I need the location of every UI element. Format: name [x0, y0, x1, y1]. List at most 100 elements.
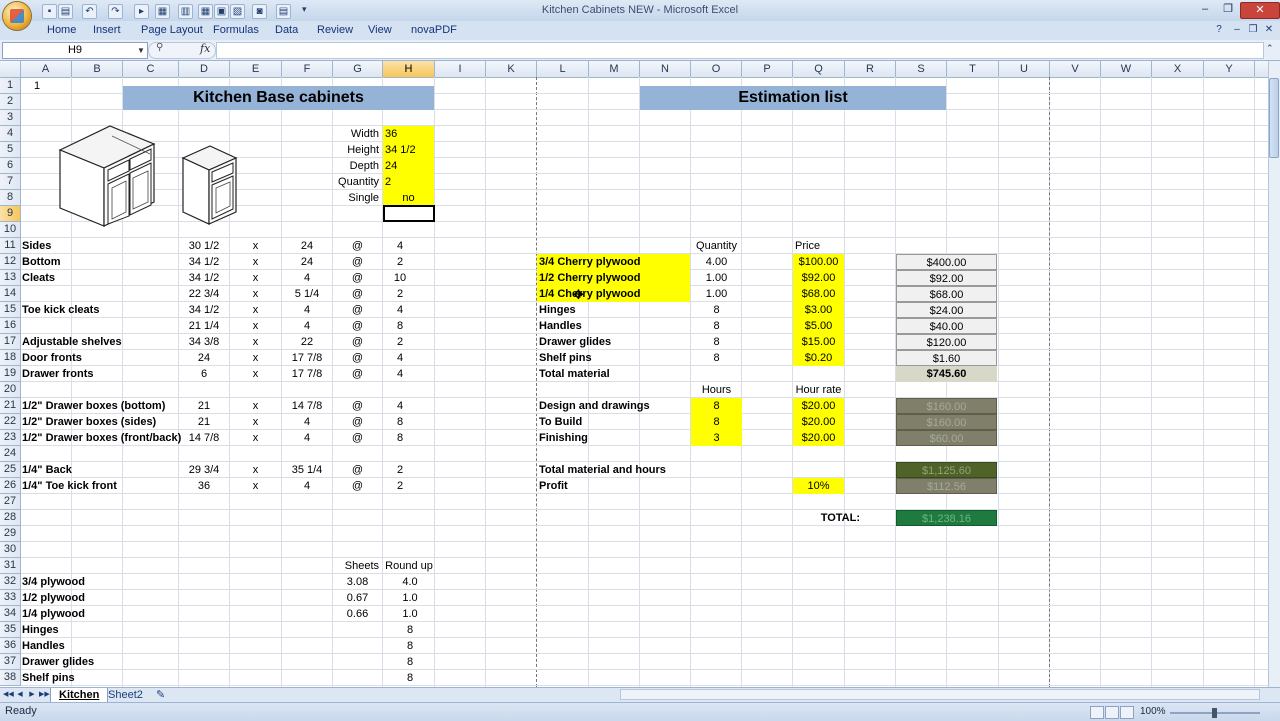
labor-hours[interactable]: 8 — [691, 398, 742, 414]
row-header-33[interactable]: 33 — [0, 590, 21, 606]
cut-dimension-width[interactable]: 4 — [282, 302, 332, 318]
row-header-28[interactable]: 28 — [0, 510, 21, 526]
total-material-hours-value[interactable]: $1,125.60 — [896, 462, 997, 478]
cut-part-name[interactable]: Sides — [20, 238, 180, 254]
labor-rate[interactable]: $20.00 — [793, 414, 844, 430]
tab-review[interactable]: Review — [317, 21, 353, 40]
row-header-38[interactable]: 38 — [0, 670, 21, 686]
column-header-t[interactable]: T — [947, 61, 999, 77]
depth-label[interactable]: Depth — [333, 158, 382, 174]
material-quantity[interactable]: 8 — [691, 334, 742, 350]
material-quantity[interactable]: 8 — [691, 318, 742, 334]
cut-quantity[interactable]: 4 — [383, 302, 417, 318]
round-up-header[interactable]: Round up — [383, 558, 435, 574]
row-header-9[interactable]: 9 — [0, 206, 21, 222]
cut-at-sign[interactable]: @ — [333, 366, 382, 382]
cut-part-name[interactable]: Adjustable shelves — [20, 334, 180, 350]
cut-dimension-length[interactable]: 14 7/8 — [179, 430, 229, 446]
cut-dimension-length[interactable]: 30 1/2 — [179, 238, 229, 254]
sheets-item-label[interactable]: Handles — [20, 638, 170, 654]
cut-part-name[interactable]: 1/2" Drawer boxes (sides) — [20, 414, 180, 430]
material-total[interactable]: $68.00 — [896, 286, 997, 302]
horizontal-scrollbar[interactable] — [620, 689, 1260, 700]
cut-quantity[interactable]: 8 — [383, 318, 417, 334]
row-header-17[interactable]: 17 — [0, 334, 21, 350]
row-header-10[interactable]: 10 — [0, 222, 21, 238]
total-material-value[interactable]: $745.60 — [896, 366, 997, 382]
office-button[interactable] — [3, 2, 31, 30]
row-header-34[interactable]: 34 — [0, 606, 21, 622]
cut-times-sign[interactable]: x — [230, 334, 281, 350]
material-quantity[interactable]: 1.00 — [691, 286, 742, 302]
sheets-count[interactable]: 0.66 — [333, 606, 382, 622]
row-header-30[interactable]: 30 — [0, 542, 21, 558]
material-price[interactable]: $92.00 — [793, 270, 844, 286]
name-box[interactable]: H9 — [2, 42, 148, 59]
cut-part-name[interactable] — [20, 318, 180, 334]
column-header-w[interactable]: W — [1101, 61, 1152, 77]
row-header-12[interactable]: 12 — [0, 254, 21, 270]
sheets-header[interactable]: Sheets — [333, 558, 382, 574]
prev-sheet-icon[interactable]: ◀ — [15, 689, 25, 701]
sheets-round-up[interactable]: 8 — [383, 638, 437, 654]
row-header-29[interactable]: 29 — [0, 526, 21, 542]
row-header-1[interactable]: 1 — [0, 78, 21, 94]
cut-times-sign[interactable]: x — [230, 318, 281, 334]
row-header-6[interactable]: 6 — [0, 158, 21, 174]
tab-novapdf[interactable]: novaPDF — [411, 21, 457, 40]
material-name[interactable]: Handles — [537, 318, 687, 334]
row-header-27[interactable]: 27 — [0, 494, 21, 510]
column-header-o[interactable]: O — [691, 61, 742, 77]
help-icon[interactable]: ? — [1212, 23, 1226, 37]
cut-times-sign[interactable]: x — [230, 430, 281, 446]
cut-quantity[interactable]: 2 — [383, 254, 417, 270]
material-total[interactable]: $400.00 — [896, 254, 997, 270]
column-header-e[interactable]: E — [230, 61, 282, 77]
sheets-item-label[interactable]: 1/2 plywood — [20, 590, 170, 606]
cut-dimension-length[interactable]: 36 — [179, 478, 229, 494]
sheets-item-label[interactable]: 3/4 plywood — [20, 574, 170, 590]
cut-dimension-length[interactable]: 29 3/4 — [179, 462, 229, 478]
material-name[interactable]: 1/2 Cherry plywood — [537, 270, 690, 286]
material-quantity[interactable]: 4.00 — [691, 254, 742, 270]
material-price[interactable]: $15.00 — [793, 334, 844, 350]
row-header-22[interactable]: 22 — [0, 414, 21, 430]
row-header-15[interactable]: 15 — [0, 302, 21, 318]
cut-dimension-length[interactable]: 34 1/2 — [179, 254, 229, 270]
column-header-m[interactable]: M — [589, 61, 640, 77]
cut-dimension-length[interactable]: 21 1/4 — [179, 318, 229, 334]
material-total[interactable]: $1.60 — [896, 350, 997, 366]
cut-dimension-length[interactable]: 34 1/2 — [179, 302, 229, 318]
cut-times-sign[interactable]: x — [230, 350, 281, 366]
workbook-minimize-button[interactable]: – — [1230, 23, 1244, 37]
sheets-round-up[interactable]: 1.0 — [383, 606, 437, 622]
restore-button[interactable]: ❐ — [1217, 2, 1239, 17]
cut-times-sign[interactable]: x — [230, 414, 281, 430]
cut-dimension-width[interactable]: 4 — [282, 318, 332, 334]
sheets-round-up[interactable]: 8 — [383, 670, 437, 686]
expand-formula-bar-icon[interactable]: ⌃ — [1266, 43, 1274, 54]
cut-at-sign[interactable]: @ — [333, 414, 382, 430]
row-header-25[interactable]: 25 — [0, 462, 21, 478]
single-value[interactable]: no — [383, 190, 434, 206]
material-price[interactable]: $68.00 — [793, 286, 844, 302]
cut-dimension-width[interactable]: 17 7/8 — [282, 366, 332, 382]
cut-dimension-width[interactable]: 4 — [282, 478, 332, 494]
cut-part-name[interactable]: 1/4" Toe kick front — [20, 478, 180, 494]
cell-a1[interactable]: 1 — [20, 78, 54, 94]
row-header-31[interactable]: 31 — [0, 558, 21, 574]
tab-home[interactable]: Home — [47, 21, 76, 40]
tab-formulas[interactable]: Formulas — [213, 21, 259, 40]
grand-total-value[interactable]: $1,238.16 — [896, 510, 997, 526]
row-header-19[interactable]: 19 — [0, 366, 21, 382]
material-total[interactable]: $92.00 — [896, 270, 997, 286]
cut-times-sign[interactable]: x — [230, 398, 281, 414]
material-total[interactable]: $120.00 — [896, 334, 997, 350]
kitchen-base-title[interactable]: Kitchen Base cabinets — [123, 86, 434, 110]
quantity-label[interactable]: Quantity — [333, 174, 382, 190]
height-value[interactable]: 34 1/2 — [383, 142, 434, 158]
cut-times-sign[interactable]: x — [230, 286, 281, 302]
column-header-n[interactable]: N — [640, 61, 691, 77]
cut-dimension-width[interactable]: 14 7/8 — [282, 398, 332, 414]
row-header-24[interactable]: 24 — [0, 446, 21, 462]
